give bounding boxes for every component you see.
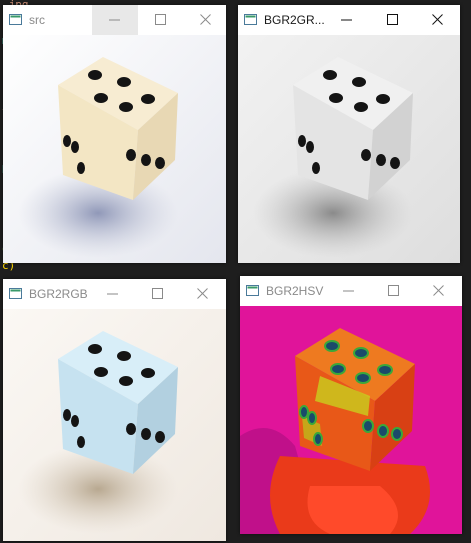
maximize-icon <box>388 285 399 296</box>
maximize-button[interactable] <box>135 279 181 309</box>
maximize-icon <box>387 14 398 25</box>
titlebar[interactable]: BGR2GR... <box>238 5 460 35</box>
image-view <box>3 35 226 263</box>
window-gray[interactable]: BGR2GR... <box>238 5 460 263</box>
app-icon <box>9 288 22 299</box>
titlebar[interactable]: BGR2RGB <box>3 279 226 309</box>
close-button[interactable] <box>180 279 226 309</box>
minimize-icon <box>109 19 120 21</box>
maximize-button[interactable] <box>370 5 416 35</box>
close-icon <box>200 14 211 25</box>
image-view <box>240 306 462 534</box>
minimize-button[interactable] <box>90 279 136 309</box>
close-icon <box>197 288 208 299</box>
app-icon <box>244 14 257 25</box>
maximize-button[interactable] <box>138 5 184 35</box>
window-title: BGR2RGB <box>29 287 88 301</box>
blue-tinted-die-image <box>3 309 226 541</box>
image-view <box>238 35 460 263</box>
minimize-button[interactable] <box>324 5 370 35</box>
window-title: src <box>29 13 45 27</box>
window-hsv[interactable]: BGR2HSV <box>240 276 462 534</box>
minimize-icon <box>107 293 118 295</box>
grayscale-die-image <box>238 35 460 263</box>
close-icon <box>433 285 444 296</box>
close-button[interactable] <box>183 5 229 35</box>
maximize-icon <box>155 14 166 25</box>
app-icon <box>9 14 22 25</box>
close-button[interactable] <box>416 276 462 306</box>
close-icon <box>432 14 443 25</box>
white-die-image <box>3 35 226 263</box>
titlebar[interactable]: src <box>3 5 226 35</box>
image-view <box>3 309 226 541</box>
app-icon <box>246 285 259 296</box>
window-title: BGR2GR... <box>264 13 325 27</box>
minimize-icon <box>341 19 352 21</box>
minimize-icon <box>343 290 354 292</box>
maximize-button[interactable] <box>371 276 417 306</box>
close-button[interactable] <box>415 5 461 35</box>
hsv-die-image <box>240 306 462 534</box>
maximize-icon <box>152 288 163 299</box>
minimize-button[interactable] <box>92 5 138 35</box>
titlebar[interactable]: BGR2HSV <box>240 276 462 306</box>
minimize-button[interactable] <box>326 276 372 306</box>
window-title: BGR2HSV <box>266 284 324 298</box>
window-src[interactable]: src <box>3 5 226 263</box>
window-rgb[interactable]: BGR2RGB <box>3 279 226 541</box>
